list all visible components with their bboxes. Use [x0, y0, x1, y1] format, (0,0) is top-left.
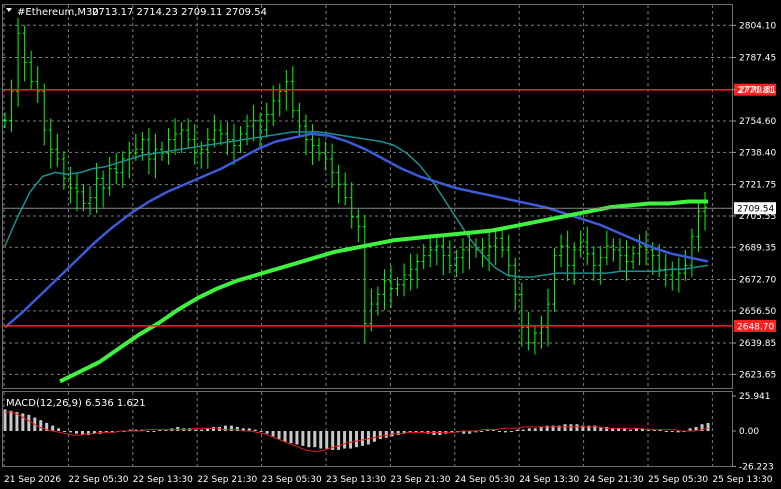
- macd-bar: [57, 428, 61, 431]
- macd-bar: [146, 431, 150, 432]
- macd-bar: [509, 431, 513, 432]
- time-tick-label: 22 Sep 05:30: [68, 475, 128, 485]
- price-tick-label: 2721.75: [739, 181, 776, 191]
- macd-bar: [563, 424, 567, 431]
- macd-bar: [670, 431, 674, 432]
- macd-bar: [259, 431, 263, 432]
- macd-bar: [39, 420, 43, 431]
- macd-bar: [253, 429, 257, 431]
- macd-bar: [569, 424, 573, 431]
- time-tick-label: 24 Sep 13:30: [519, 475, 579, 485]
- time-tick-label: 22 Sep 21:30: [197, 475, 257, 485]
- macd-bar: [271, 431, 275, 437]
- time-tick-label: 22 Sep 13:30: [133, 475, 193, 485]
- price-tick-label: 2672.70: [739, 275, 776, 285]
- ohlc-values: 2713.17 2714.23 2709.11 2709.54: [92, 7, 267, 18]
- macd-bar: [200, 429, 204, 431]
- macd-tick-label: 25.941: [739, 392, 771, 402]
- time-tick-label: 24 Sep 21:30: [584, 475, 644, 485]
- price-tick-label: 2689.35: [739, 243, 776, 253]
- macd-bar: [3, 409, 7, 431]
- macd-bar: [360, 431, 364, 446]
- macd-bar: [223, 425, 227, 431]
- time-tick-label: 23 Sep 05:30: [262, 475, 322, 485]
- macd-bar: [313, 431, 317, 448]
- trading-chart[interactable]: 2770.812648.702709.54 2804.102787.452770…: [0, 0, 781, 489]
- macd-bar: [384, 431, 388, 438]
- chart-header: #Ethereum,M30 2713.17 2714.23 2709.11 27…: [6, 7, 267, 18]
- macd-bar: [176, 426, 180, 431]
- macd-bar: [152, 431, 156, 432]
- macd-bar: [515, 429, 519, 431]
- macd-bar: [414, 431, 418, 432]
- price-tick-label: 2738.40: [739, 148, 776, 158]
- macd-bar: [212, 426, 216, 431]
- price-tick-label: 2623.65: [739, 370, 776, 380]
- macd-bar: [575, 424, 579, 431]
- macd-bar: [307, 431, 311, 448]
- macd-bar: [265, 431, 269, 434]
- price-tick-label: 2770.81: [739, 86, 776, 96]
- macd-bar: [503, 431, 507, 433]
- macd-bar: [343, 431, 347, 449]
- macd-bar: [301, 431, 305, 446]
- macd-bar: [539, 426, 543, 431]
- macd-bar: [289, 431, 293, 444]
- macd-bar: [432, 431, 436, 436]
- macd-bar: [283, 431, 287, 442]
- macd-bar: [325, 431, 329, 449]
- price-tick-label: 2639.85: [739, 339, 776, 349]
- macd-bar: [295, 431, 299, 445]
- macd-bar: [480, 431, 484, 432]
- price-tick-label: 2656.50: [739, 307, 776, 317]
- macd-bar: [497, 431, 501, 432]
- macd-bar: [27, 414, 31, 431]
- macd-bar: [396, 431, 400, 436]
- macd-bar: [74, 431, 78, 434]
- macd-bar: [63, 431, 67, 432]
- time-tick-label: 23 Sep 21:30: [390, 475, 450, 485]
- level-label: 2648.70: [737, 322, 774, 332]
- time-tick-label: 24 Sep 05:30: [455, 475, 515, 485]
- macd-bar: [372, 431, 376, 442]
- macd-bar: [194, 429, 198, 431]
- macd-bar: [438, 431, 442, 436]
- macd-bar: [9, 410, 13, 431]
- price-tick-label: 2787.45: [739, 54, 776, 64]
- macd-bar: [349, 431, 353, 449]
- symbol-label: #Ethereum,M30: [17, 7, 99, 18]
- macd-bar: [527, 428, 531, 431]
- time-tick-label: 23 Sep 13:30: [326, 475, 386, 485]
- price-tick-label: 2804.10: [739, 21, 776, 31]
- time-tick-label: 25 Sep 05:30: [648, 475, 708, 485]
- time-tick-label: 25 Sep 13:30: [712, 475, 772, 485]
- time-tick-label: 21 Sep 2026: [4, 475, 61, 485]
- macd-bar: [533, 428, 537, 431]
- macd-bar: [605, 426, 609, 431]
- macd-tick-label: 0.00: [739, 427, 759, 437]
- macd-bar: [706, 422, 710, 431]
- macd-bar: [629, 429, 633, 431]
- macd-bar: [229, 425, 233, 431]
- price-tick-label: 2754.60: [739, 117, 776, 127]
- macd-bar: [51, 425, 55, 431]
- macd-bar: [355, 431, 358, 448]
- macd-bar: [521, 429, 525, 431]
- macd-bar: [366, 431, 370, 445]
- macd-bar: [664, 431, 668, 432]
- macd-bar: [277, 431, 281, 440]
- macd-bar: [378, 431, 382, 440]
- macd-bar: [69, 431, 73, 433]
- macd-bar: [337, 431, 341, 450]
- macd-bar: [319, 431, 323, 449]
- macd-bar: [21, 413, 25, 431]
- macd-bar: [235, 426, 239, 431]
- macd-bar: [86, 431, 90, 436]
- price-tick-label: 2705.55: [739, 212, 776, 222]
- macd-label: MACD(12,26,9) 6.536 1.621: [6, 398, 146, 409]
- macd-tick-label: -26.223: [739, 462, 774, 472]
